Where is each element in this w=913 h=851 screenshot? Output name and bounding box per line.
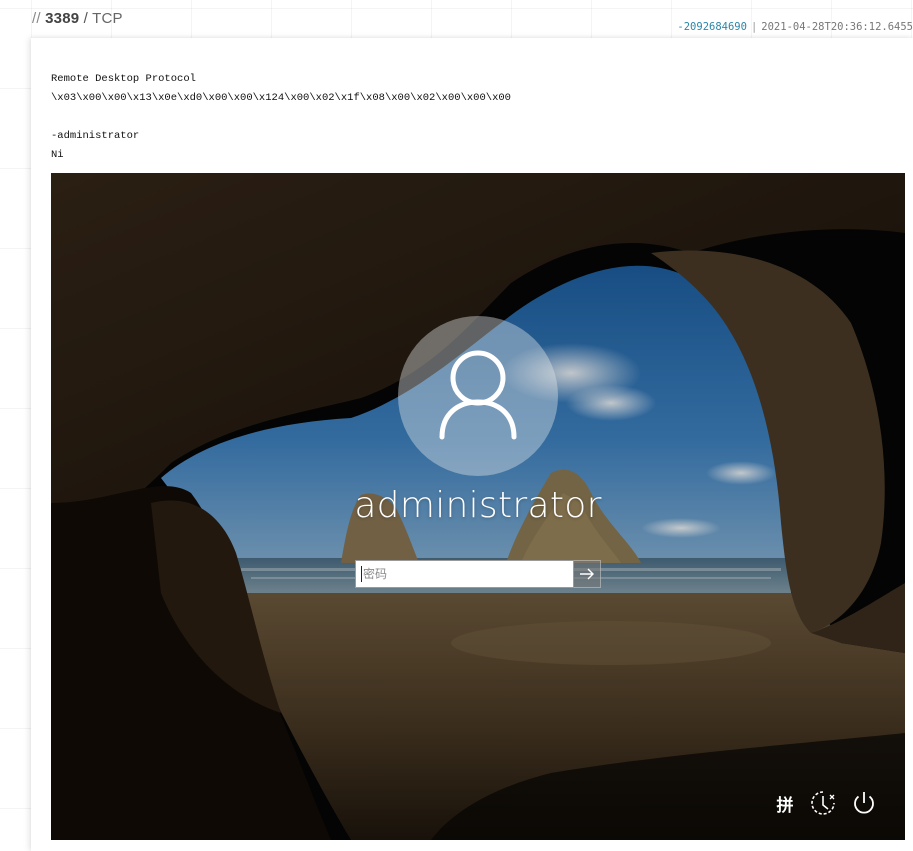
heading-slashes: // xyxy=(32,10,41,27)
input-method-button[interactable]: 拼 xyxy=(770,788,800,818)
ease-of-access-button[interactable] xyxy=(808,788,838,818)
ime-label: 拼 xyxy=(776,795,794,816)
service-banner: Remote Desktop Protocol \x03\x00\x00\x13\… xyxy=(51,70,511,165)
text-caret xyxy=(361,566,362,582)
login-username: administrator xyxy=(354,485,602,526)
banner-line: \x03\x00\x00\x13\x0e\xd0\x00\x00\x124\x0… xyxy=(51,92,511,104)
meta-separator: | xyxy=(750,21,758,33)
port-number: 3389 xyxy=(45,10,80,27)
service-card: Remote Desktop Protocol \x03\x00\x00\x13\… xyxy=(31,38,913,851)
protocol-label: TCP xyxy=(92,10,123,27)
user-avatar xyxy=(398,316,558,476)
rdp-screenshot: administrator 拼 xyxy=(51,173,905,840)
ease-of-access-icon xyxy=(811,791,835,815)
user-icon xyxy=(439,350,517,440)
banner-hash-link[interactable]: -2092684690 xyxy=(677,21,747,33)
banner-line: -administrator xyxy=(51,130,140,142)
power-icon xyxy=(854,792,874,814)
scan-timestamp: 2021-04-28T20:36:12.6455 xyxy=(761,21,913,33)
scan-meta: -2092684690 | 2021-04-28T20:36:12.6455 xyxy=(677,21,913,35)
password-row xyxy=(355,560,601,588)
heading-separator: / xyxy=(83,10,89,27)
port-heading: // 3389 / TCP xyxy=(32,10,123,30)
arrow-right-icon xyxy=(580,568,594,580)
power-button[interactable] xyxy=(849,788,879,818)
banner-line: Ni xyxy=(51,149,64,161)
banner-line: ​ xyxy=(51,108,511,127)
submit-button[interactable] xyxy=(574,560,601,588)
banner-line: Remote Desktop Protocol xyxy=(51,73,196,85)
password-field[interactable] xyxy=(355,560,574,588)
